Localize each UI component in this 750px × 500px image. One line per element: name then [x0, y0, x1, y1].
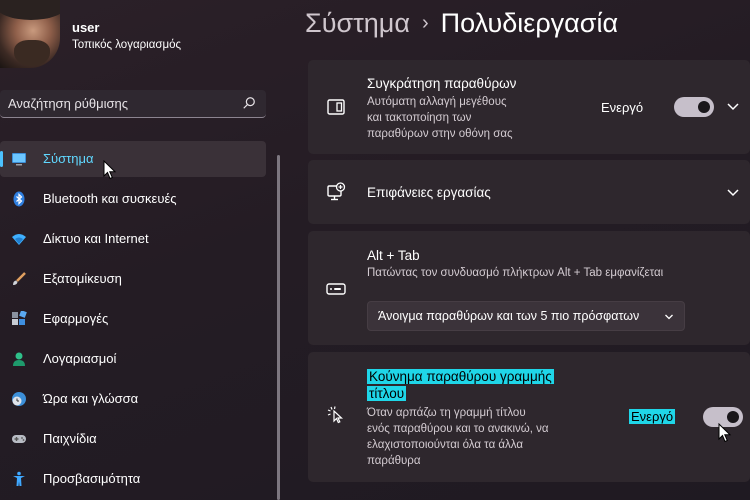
breadcrumb: Σύστημα › Πολυδιεργασία — [305, 8, 618, 39]
person-icon — [13, 352, 25, 366]
monitor-icon — [12, 153, 26, 166]
sidebar-scrollbar[interactable] — [277, 155, 280, 500]
snap-toggle-label: Ενεργό — [601, 100, 644, 115]
desktop-add-icon — [327, 182, 346, 201]
snap-layout-icon — [327, 99, 345, 115]
chevron-down-icon[interactable] — [726, 102, 740, 112]
dropdown-value: Άνοιγμα παραθύρων και των 5 πιο πρόσφατω… — [378, 309, 640, 323]
active-indicator — [0, 151, 3, 167]
sidebar-item-label: Δίκτυο και Internet — [43, 231, 149, 246]
snap-windows-desc-line: και τακτοποίηση των — [367, 112, 472, 124]
sidebar-item-label: Εξατομίκευση — [43, 271, 122, 286]
toggle-label-highlighted: Ενεργό — [629, 409, 676, 424]
alt-tab-dropdown[interactable]: Άνοιγμα παραθύρων και των 5 πιο πρόσφατω… — [367, 301, 685, 331]
snap-windows-desc-line: Αυτόματη αλλαγή μεγέθους — [367, 96, 507, 108]
shake-desc-line: Όταν αρπάζω τη γραμμή τίτλου — [367, 407, 526, 419]
sidebar-item-accounts[interactable]: Λογαριασμοί — [0, 341, 266, 377]
sidebar-item-label: Λογαριασμοί — [43, 351, 117, 366]
sidebar-nav: Σύστημα Bluetooth και συσκευές Δίκτυο κα… — [0, 141, 270, 500]
sidebar-item-label: Προσβασιμότητα — [43, 471, 141, 486]
chevron-down-icon[interactable] — [726, 188, 740, 198]
title-line-highlighted: Κούνημα παραθύρου γραμμής — [367, 369, 554, 384]
toggle-knob — [698, 101, 710, 113]
snap-windows-title: Συγκράτηση παραθύρων — [367, 76, 517, 91]
breadcrumb-separator: › — [421, 12, 429, 34]
desktops-card[interactable]: Επιφάνειες εργασίας — [308, 160, 750, 224]
account-type: Τοπικός λογαριασμός — [72, 39, 182, 51]
accessibility-icon — [13, 471, 25, 486]
wifi-icon — [12, 234, 26, 245]
title-bar-shake-title: Κούνημα παραθύρου γραμμής — [367, 369, 554, 384]
shake-desc-line: παράθυρα — [367, 455, 421, 467]
globe-clock-icon — [12, 392, 26, 406]
mouse-cursor-icon — [103, 160, 117, 180]
gamepad-icon — [12, 435, 26, 443]
mouse-cursor-icon — [718, 423, 732, 443]
bluetooth-icon — [13, 191, 25, 207]
chevron-down-icon — [665, 314, 673, 320]
toggle-knob — [727, 411, 739, 423]
sidebar-item-gaming[interactable]: Παιχνίδια — [0, 421, 266, 457]
title-line-highlighted: τίτλου — [367, 386, 407, 401]
brush-icon — [13, 272, 26, 285]
search-placeholder: Αναζήτηση ρύθμισης — [8, 96, 129, 111]
sidebar-item-label: Σύστημα — [43, 151, 94, 166]
sidebar-item-label: Bluetooth και συσκευές — [43, 191, 177, 206]
sidebar-item-personalization[interactable]: Εξατομίκευση — [0, 261, 266, 297]
sidebar-item-label: Εφαρμογές — [43, 311, 109, 326]
shake-cursor-icon — [327, 406, 344, 424]
user-name: user — [72, 20, 100, 35]
sidebar-item-label: Παιχνίδια — [43, 431, 97, 446]
shake-desc-line: ελαχιστοποιούνται όλα τα άλλα — [367, 439, 524, 451]
title-bar-shake-card: Κούνημα παραθύρου γραμμής τίτλου Όταν αρ… — [308, 352, 750, 482]
shake-desc-line: ενός παραθύρου και το ανακινώ, να — [367, 423, 549, 435]
breadcrumb-parent[interactable]: Σύστημα — [305, 8, 410, 38]
sidebar-item-network[interactable]: Δίκτυο και Internet — [0, 221, 266, 257]
snap-windows-toggle[interactable] — [674, 97, 714, 117]
search-input[interactable]: Αναζήτηση ρύθμισης — [0, 90, 266, 118]
snap-windows-card[interactable]: Συγκράτηση παραθύρων Αυτόματη αλλαγή μεγ… — [308, 60, 750, 154]
sidebar-item-apps[interactable]: Εφαρμογές — [0, 301, 266, 337]
alt-tab-title: Alt + Tab — [367, 248, 420, 263]
alt-tab-card: Alt + Tab Πατώντας τον συνδυασμό πλήκτρω… — [308, 231, 750, 345]
sidebar-item-accessibility[interactable]: Προσβασιμότητα — [0, 461, 266, 497]
apps-icon — [12, 311, 27, 325]
sidebar-item-label: Ώρα και γλώσσα — [43, 391, 139, 406]
sidebar-item-system[interactable]: Σύστημα — [0, 141, 266, 177]
shake-toggle-label: Ενεργό — [629, 409, 676, 424]
snap-windows-desc-line: παραθύρων στην οθόνη σας — [367, 128, 513, 140]
search-icon[interactable] — [242, 96, 256, 110]
avatar[interactable] — [0, 0, 60, 68]
keyboard-icon — [326, 283, 346, 295]
sidebar-item-bluetooth[interactable]: Bluetooth και συσκευές — [0, 181, 266, 217]
desktops-title: Επιφάνειες εργασίας — [367, 185, 491, 200]
page-title: Πολυδιεργασία — [440, 8, 619, 38]
sidebar-item-time-language[interactable]: Ώρα και γλώσσα — [0, 381, 266, 417]
alt-tab-desc: Πατώντας τον συνδυασμό πλήκτρων Alt + Ta… — [367, 267, 664, 279]
title-bar-shake-title-line2: τίτλου — [367, 386, 407, 401]
